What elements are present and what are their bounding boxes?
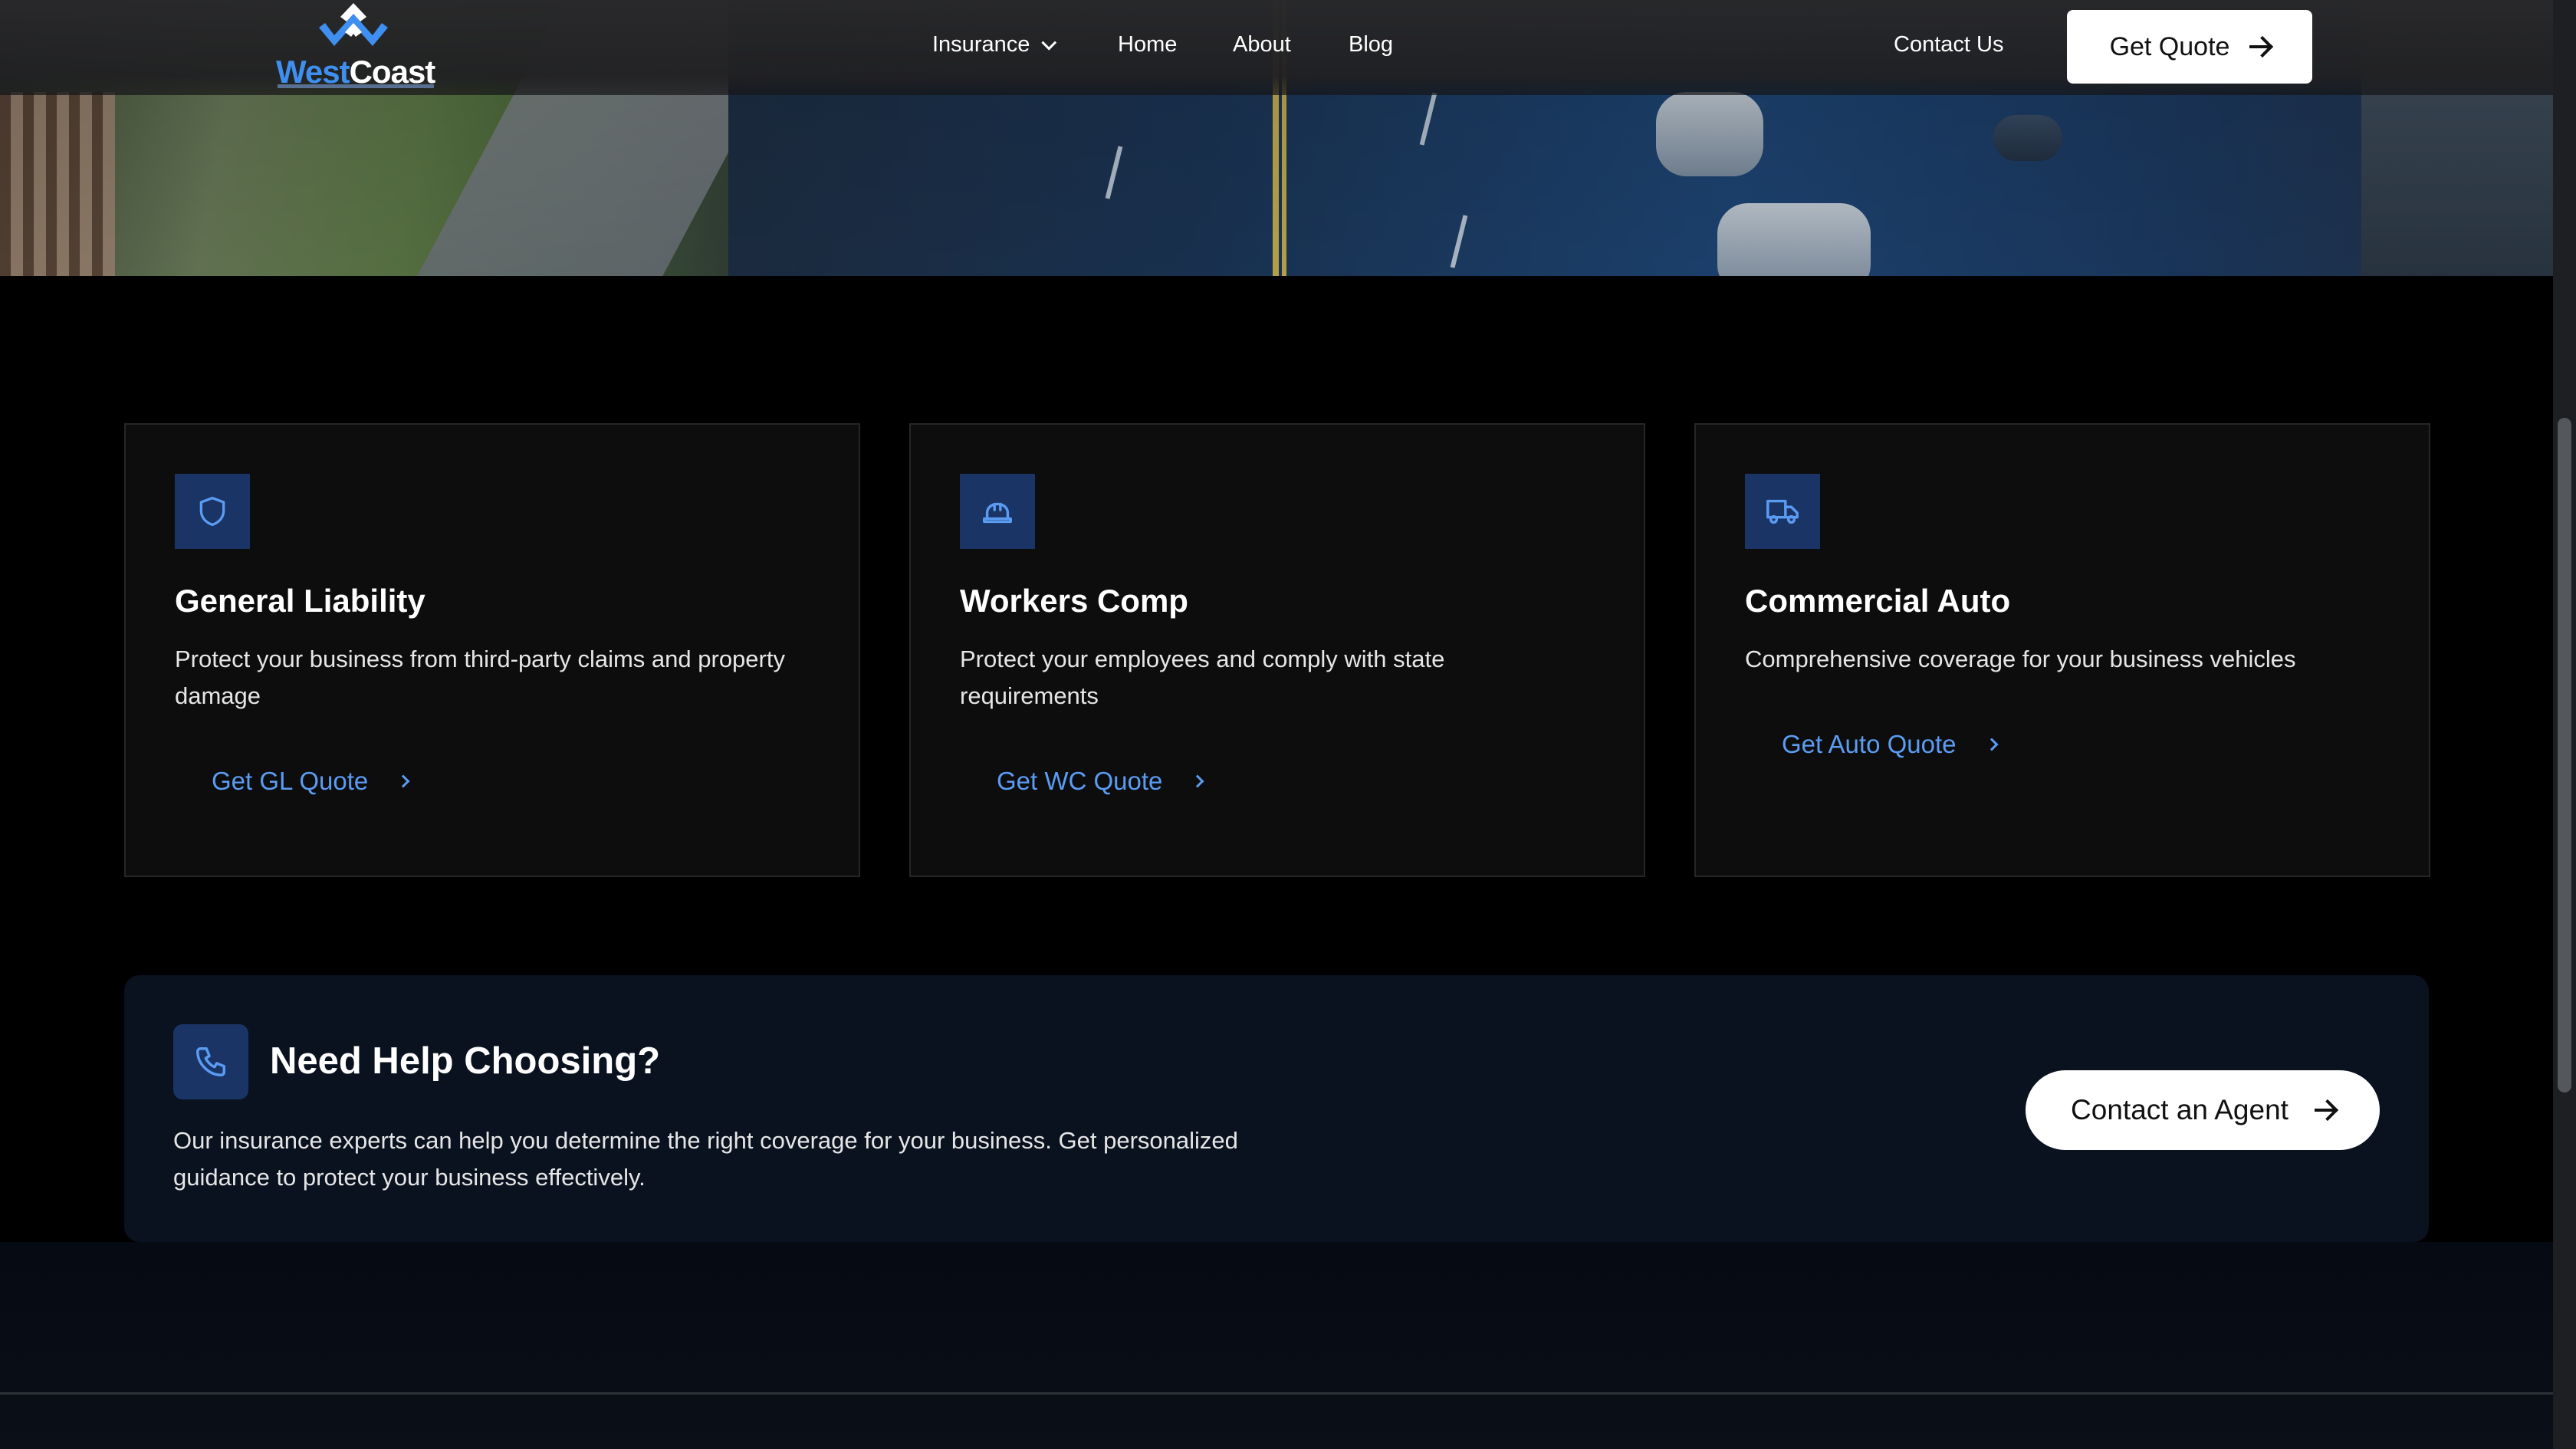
arrow-right-icon [2249,45,2270,48]
card-title: Commercial Auto [1745,583,2011,619]
nav-blog[interactable]: Blog [1349,32,1393,58]
chevron-down-icon [1041,34,1057,51]
help-description: Our insurance experts can help you deter… [173,1127,1238,1191]
truck-icon [1745,474,1820,549]
footer-background [0,1242,2553,1449]
logo-mark-icon [319,3,388,46]
card-description: Protect your business from third-party c… [175,646,785,709]
scrollbar-thumb[interactable] [2558,418,2571,1092]
logo-tagline [278,84,434,88]
card-title: Workers Comp [960,583,1188,619]
hard-hat-icon [960,474,1035,549]
logo[interactable]: WestCoast [274,0,435,95]
chevron-right-icon [1191,774,1204,788]
help-section: Need Help Choosing? Our insurance expert… [124,975,2429,1242]
contact-agent-button[interactable]: Contact an Agent [2026,1070,2380,1150]
nav-insurance[interactable]: Insurance [932,32,1057,58]
shield-icon [175,474,250,549]
get-wc-quote-link[interactable]: Get WC Quote [997,767,1204,796]
page: WestCoast Insurance Home About Blog Cont… [0,0,2576,1449]
top-nav: WestCoast Insurance Home About Blog Cont… [0,0,2553,95]
card-title: General Liability [175,583,426,619]
nav-about[interactable]: About [1233,32,1291,58]
card-workers-comp: Workers Comp Protect your employees and … [909,423,1645,877]
card-general-liability: General Liability Protect your business … [124,423,860,877]
help-title: Need Help Choosing? [270,1040,661,1082]
get-gl-quote-link[interactable]: Get GL Quote [212,767,410,796]
chevron-right-icon [1985,738,1998,751]
get-quote-button[interactable]: Get Quote [2067,10,2312,84]
nav-contact-us[interactable]: Contact Us [1894,32,2003,58]
nav-home[interactable]: Home [1118,32,1177,58]
card-description: Comprehensive coverage for your business… [1745,646,2296,672]
arrow-right-icon [2314,1109,2334,1112]
card-commercial-auto: Commercial Auto Comprehensive coverage f… [1694,423,2430,877]
card-description: Protect your employees and comply with s… [960,646,1445,709]
get-auto-quote-link[interactable]: Get Auto Quote [1782,730,1998,759]
footer-divider [0,1392,2553,1395]
chevron-right-icon [396,774,410,788]
phone-icon [173,1024,248,1099]
